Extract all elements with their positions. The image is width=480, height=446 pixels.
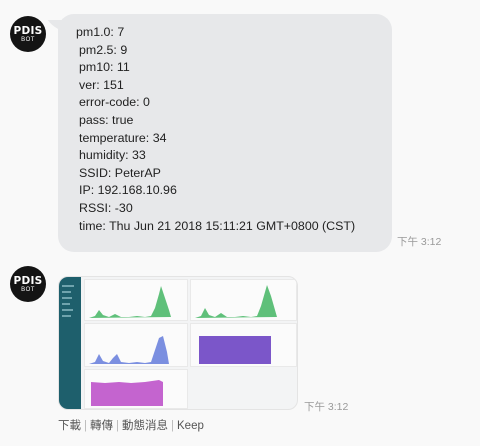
timeline-link[interactable]: 動態消息 xyxy=(122,420,168,432)
dashboard-image[interactable] xyxy=(58,276,298,410)
avatar-logo-subtext: BOT xyxy=(21,36,35,43)
chart-panel xyxy=(84,323,188,367)
separator: | xyxy=(84,420,87,432)
message-line: pm10: 11 xyxy=(79,60,130,75)
keep-link[interactable]: Keep xyxy=(177,420,204,432)
message-line: pm2.5: 9 xyxy=(79,42,128,57)
message-line: error-code: 0 xyxy=(79,95,150,110)
avatar-logo-subtext: BOT xyxy=(21,286,35,293)
message-line: humidity: 33 xyxy=(79,148,146,163)
avatar-logo-text: PDIS xyxy=(13,274,43,287)
message-line: ver: 151 xyxy=(79,77,124,92)
message-line: time: Thu Jun 21 2018 15:11:21 GMT+0800 … xyxy=(79,218,356,233)
separator: | xyxy=(116,420,119,432)
forward-link[interactable]: 轉傳 xyxy=(90,420,113,432)
message-line: SSID: PeterAP xyxy=(79,165,161,180)
chart-panel xyxy=(84,279,188,321)
message-bubble[interactable]: pm1.0: 7 pm2.5: 9 pm10: 11 ver: 151 erro… xyxy=(58,14,392,252)
message-line: temperature: 34 xyxy=(79,130,167,145)
image-actions: 下載 | 轉傳 | 動態消息 | Keep xyxy=(58,417,204,433)
message-timestamp: 下午 3:12 xyxy=(397,236,442,248)
avatar-logo-text: PDIS xyxy=(13,24,43,37)
bot-avatar[interactable]: PDIS BOT xyxy=(10,16,46,52)
download-link[interactable]: 下載 xyxy=(58,420,81,432)
message-line: pm1.0: 7 xyxy=(76,25,125,39)
message-timestamp: 下午 3:12 xyxy=(304,401,349,413)
message-line: pass: true xyxy=(79,112,134,127)
message-line: IP: 192.168.10.96 xyxy=(79,183,177,198)
bot-avatar[interactable]: PDIS BOT xyxy=(10,266,46,302)
chart-panel xyxy=(190,279,297,321)
chart-panel xyxy=(84,369,188,409)
message-line: RSSI: -30 xyxy=(79,200,133,215)
dashboard-sidebar xyxy=(59,277,81,409)
separator: | xyxy=(171,420,174,432)
chart-panel xyxy=(190,323,297,367)
